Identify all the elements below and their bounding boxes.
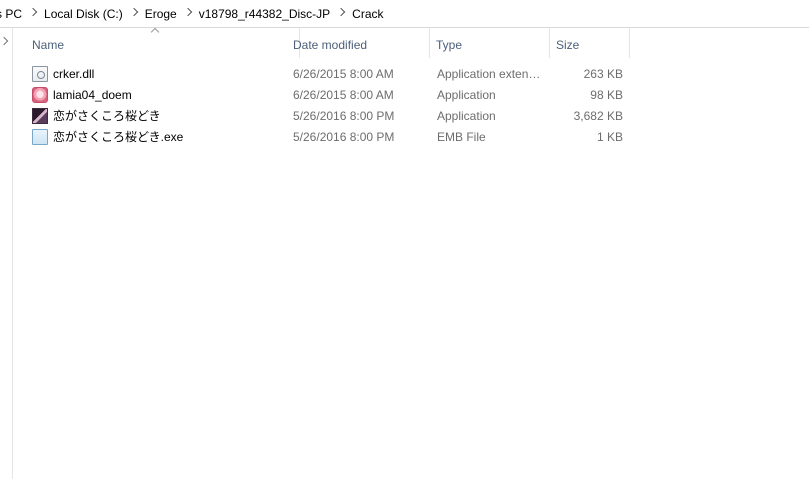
- file-row[interactable]: crker.dll 6/26/2015 8:00 AM Application …: [32, 64, 632, 85]
- file-row[interactable]: 恋がさくころ桜どき 5/26/2016 8:00 PM Application …: [32, 106, 632, 127]
- application-icon: [32, 87, 48, 103]
- navigation-pane[interactable]: [0, 28, 13, 479]
- chevron-right-icon[interactable]: [125, 7, 143, 19]
- breadcrumb-item-local-disk[interactable]: Local Disk (C:): [42, 7, 125, 21]
- file-type: Application exten…: [437, 67, 541, 81]
- breadcrumb-item-crack[interactable]: Crack: [350, 7, 385, 21]
- file-size: 263 KB: [583, 67, 623, 81]
- breadcrumb-item-eroge[interactable]: Eroge: [143, 7, 179, 21]
- file-name: lamia04_doem: [53, 88, 132, 102]
- file-type: Application: [437, 88, 496, 102]
- chevron-right-icon[interactable]: [0, 36, 9, 46]
- dll-file-icon: [32, 66, 48, 82]
- file-type: Application: [437, 109, 496, 123]
- column-header-size[interactable]: Size: [550, 28, 630, 58]
- column-header-name[interactable]: Name: [26, 28, 300, 58]
- breadcrumb-item-disc-folder[interactable]: v18798_r44382_Disc-JP: [197, 7, 332, 21]
- emb-file-icon: [32, 129, 48, 145]
- file-size: 1 KB: [596, 130, 623, 144]
- file-row[interactable]: lamia04_doem 6/26/2015 8:00 AM Applicati…: [32, 85, 632, 106]
- file-row[interactable]: 恋がさくころ桜どき.exe 5/26/2016 8:00 PM EMB File…: [32, 127, 632, 148]
- file-date-modified: 6/26/2015 8:00 AM: [293, 88, 394, 102]
- file-date-modified: 5/26/2016 8:00 PM: [293, 109, 395, 123]
- chevron-right-icon[interactable]: [332, 7, 350, 19]
- file-name: crker.dll: [53, 67, 95, 81]
- column-header-row: Name Date modified Type Size: [14, 27, 809, 58]
- file-type: EMB File: [437, 130, 486, 144]
- chevron-right-icon[interactable]: [24, 7, 42, 19]
- file-date-modified: 6/26/2015 8:00 AM: [293, 67, 394, 81]
- column-header-type[interactable]: Type: [430, 28, 550, 58]
- file-name: 恋がさくころ桜どき: [53, 109, 161, 123]
- breadcrumb: s PC Local Disk (C:) Eroge v18798_r44382…: [0, 0, 809, 28]
- file-size: 98 KB: [590, 88, 623, 102]
- file-date-modified: 5/26/2016 8:00 PM: [293, 130, 395, 144]
- application-icon: [32, 108, 48, 124]
- file-size: 3,682 KB: [573, 109, 623, 123]
- breadcrumb-item-this-pc[interactable]: s PC: [0, 7, 24, 21]
- column-header-date-modified[interactable]: Date modified: [286, 28, 430, 58]
- file-name: 恋がさくころ桜どき.exe: [53, 130, 184, 144]
- chevron-right-icon[interactable]: [179, 7, 197, 19]
